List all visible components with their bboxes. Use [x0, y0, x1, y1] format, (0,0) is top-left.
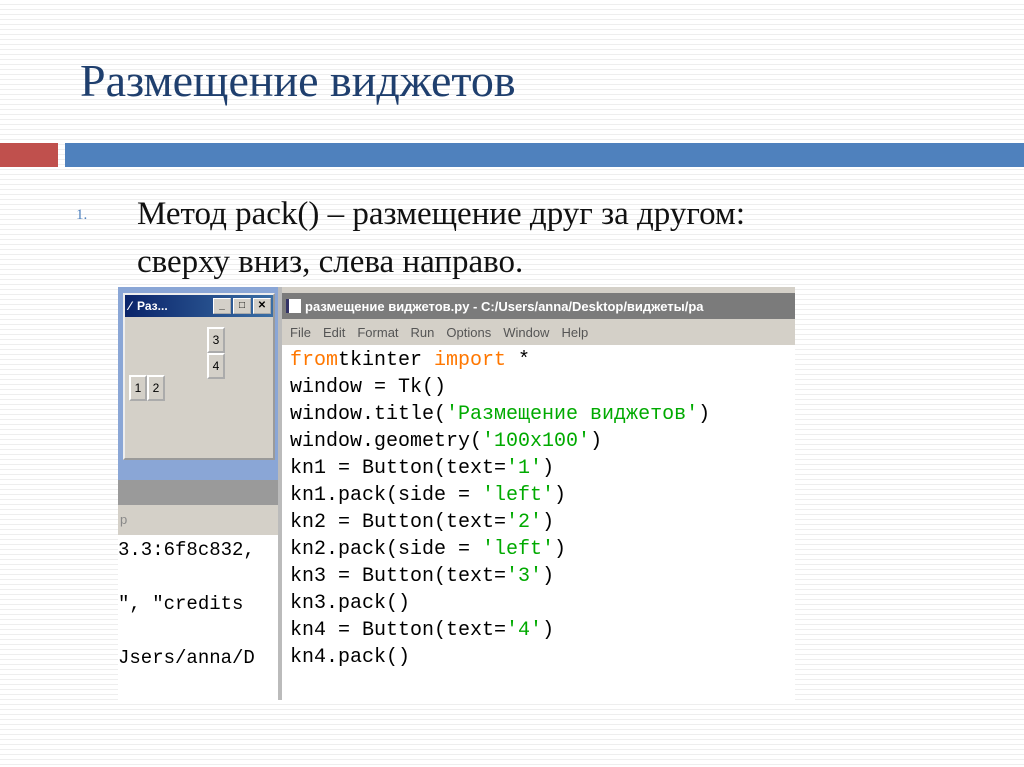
code-line: kn2 = Button(text='2') — [290, 509, 791, 536]
slide-title: Размещение виджетов — [80, 55, 516, 106]
minimize-button[interactable]: _ — [213, 298, 231, 314]
editor-title-bar: размещение виджетов.py - C:/Users/anna/D… — [282, 293, 795, 319]
code-line: fromtkinter import * — [290, 347, 791, 374]
code-line: kn1.pack(side = 'left') — [290, 482, 791, 509]
code-line: window = Tk() — [290, 374, 791, 401]
code-token: window.geometry( — [290, 430, 483, 453]
menu-item-run[interactable]: Run — [411, 325, 435, 340]
menu-item-file[interactable]: File — [290, 325, 311, 340]
code-token: window = Tk() — [290, 376, 447, 399]
menu-item-help[interactable]: Help — [561, 325, 588, 340]
code-token: '3' — [506, 565, 543, 588]
shell-title-bar — [118, 480, 278, 505]
code-line: window.title('Размещение виджетов') — [290, 401, 791, 428]
screenshot: ⁄ Раз... _ □ ✕ 1 2 3 4 p 3.3:6f8c832, ", … — [118, 287, 795, 700]
editor-menu-bar: File Edit Format Run Options Window Help — [282, 319, 795, 345]
list-item: Метод pack() – размещение друг за другом… — [137, 190, 745, 286]
code-token: 'left' — [482, 484, 555, 507]
shell-line: 3.3:6f8c832, — [118, 539, 255, 561]
menu-item-options[interactable]: Options — [446, 325, 491, 340]
tk-title: Раз... — [137, 299, 168, 313]
maximize-button[interactable]: □ — [233, 298, 251, 314]
code-token: import — [434, 349, 507, 372]
accent-bar-red — [0, 143, 58, 167]
python-file-icon — [286, 299, 301, 313]
feather-icon: ⁄ — [129, 299, 132, 313]
code-token: kn4 = Button(text= — [290, 619, 507, 642]
code-token: * — [506, 349, 531, 372]
code-token: ) — [554, 538, 567, 561]
code-token: kn4.pack() — [290, 646, 411, 669]
code-token: ) — [554, 484, 567, 507]
editor-window: размещение виджетов.py - C:/Users/anna/D… — [278, 287, 795, 700]
code-token: from — [290, 349, 339, 372]
code-token: '1' — [506, 457, 543, 480]
close-button[interactable]: ✕ — [253, 298, 271, 314]
menu-item-edit[interactable]: Edit — [323, 325, 345, 340]
code-token: '2' — [506, 511, 543, 534]
code-line: kn4 = Button(text='4') — [290, 617, 791, 644]
shell-line: Jsers/anna/D — [118, 647, 255, 669]
code-line: kn3.pack() — [290, 590, 791, 617]
tk-window: ⁄ Раз... _ □ ✕ 1 2 3 4 — [123, 293, 275, 460]
menu-item-window[interactable]: Window — [503, 325, 549, 340]
tk-button-4[interactable]: 4 — [207, 353, 225, 379]
code-token: '100x100' — [482, 430, 591, 453]
menu-item-format[interactable]: Format — [357, 325, 398, 340]
code-token: '4' — [506, 619, 543, 642]
accent-bar-blue — [65, 143, 1024, 167]
code-token: ) — [542, 619, 555, 642]
code-token: ) — [542, 511, 555, 534]
code-line: kn3 = Button(text='3') — [290, 563, 791, 590]
code-token: ) — [590, 430, 603, 453]
code-token: window.title( — [290, 403, 447, 426]
code-token: 'left' — [482, 538, 555, 561]
code-token: ) — [698, 403, 711, 426]
shell-output: 3.3:6f8c832, ", "credits Jsers/anna/D — [118, 535, 278, 700]
code-token: kn3.pack() — [290, 592, 411, 615]
code-token: kn1.pack(side = — [290, 484, 483, 507]
code-line: window.geometry('100x100') — [290, 428, 791, 455]
list-item-line: Метод pack() – размещение друг за другом… — [137, 196, 745, 232]
tk-button-2[interactable]: 2 — [147, 375, 165, 401]
tk-title-bar: ⁄ Раз... _ □ ✕ — [125, 295, 273, 317]
code-line: kn4.pack() — [290, 644, 791, 671]
editor-title: размещение виджетов.py - C:/Users/anna/D… — [305, 298, 704, 314]
shell-line: ", "credits — [118, 593, 244, 615]
code-line: kn2.pack(side = 'left') — [290, 536, 791, 563]
list-item-line: сверху вниз, слева направо. — [137, 244, 524, 280]
code-token: tkinter — [338, 349, 435, 372]
code-token: kn2.pack(side = — [290, 538, 483, 561]
tk-button-1[interactable]: 1 — [129, 375, 147, 401]
code-token: ) — [542, 457, 555, 480]
code-token: kn3 = Button(text= — [290, 565, 507, 588]
code-token: kn2 = Button(text= — [290, 511, 507, 534]
list-number: 1. — [76, 207, 88, 223]
code-token: 'Размещение виджетов' — [446, 403, 699, 426]
tk-button-3[interactable]: 3 — [207, 327, 225, 353]
code-line: kn1 = Button(text='1') — [290, 455, 791, 482]
code-area[interactable]: fromtkinter import * window = Tk() window.… — [282, 345, 795, 700]
shell-menu: p — [118, 505, 278, 535]
code-token: ) — [542, 565, 555, 588]
code-token: kn1 = Button(text= — [290, 457, 507, 480]
